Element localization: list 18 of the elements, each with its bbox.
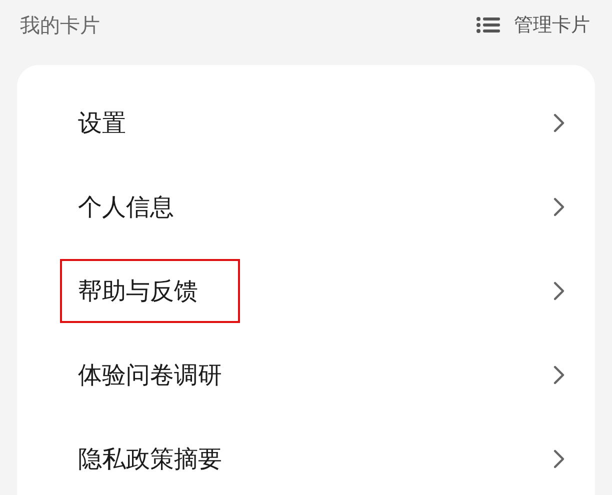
chevron-right-icon (553, 113, 565, 133)
list-icon (476, 16, 500, 34)
menu-item[interactable]: 个人信息 (17, 165, 595, 249)
chevron-right-icon (553, 281, 565, 301)
menu-item-label: 帮助与反馈 (60, 259, 240, 323)
section-title: 我的卡片 (20, 12, 100, 38)
chevron-right-icon (553, 449, 565, 469)
chevron-right-icon (553, 197, 565, 217)
menu-item-label: 设置 (77, 108, 127, 139)
menu-item[interactable]: 设置 (17, 81, 595, 165)
menu-item-label: 隐私政策摘要 (77, 444, 223, 475)
menu-item[interactable]: 帮助与反馈 (17, 249, 595, 333)
chevron-right-icon (553, 365, 565, 385)
menu-item-label: 体验问卷调研 (77, 360, 223, 391)
manage-cards-button[interactable]: 管理卡片 (476, 12, 590, 38)
menu-item[interactable]: 体验问卷调研 (17, 333, 595, 417)
menu-item-label: 个人信息 (77, 192, 175, 223)
menu-item[interactable]: 隐私政策摘要 (17, 417, 595, 495)
